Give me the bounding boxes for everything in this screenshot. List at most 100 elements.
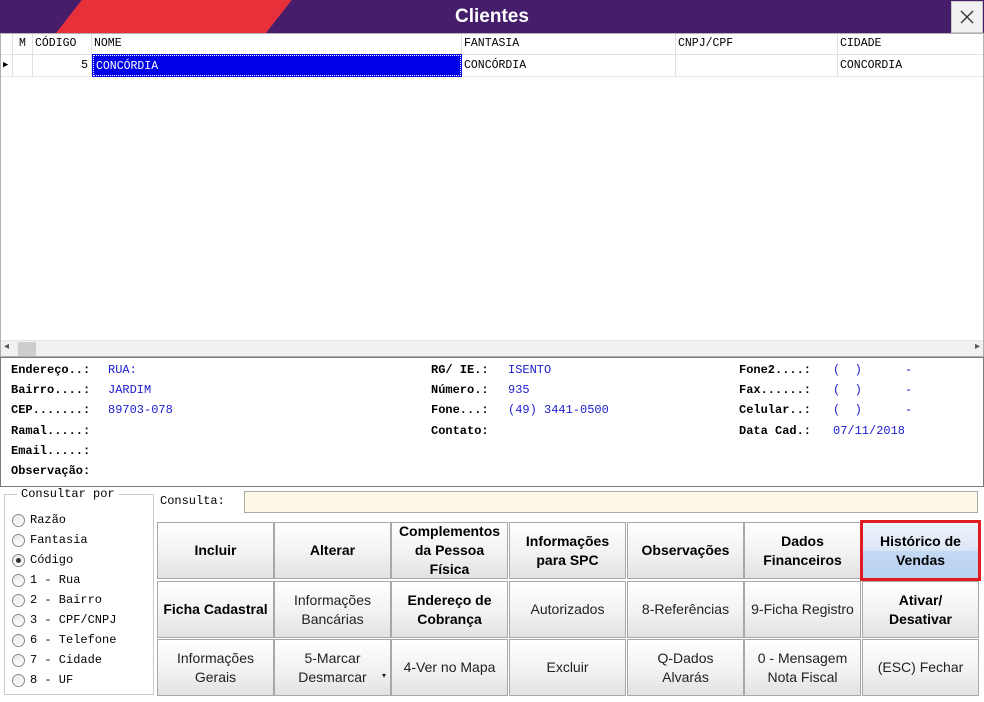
radio-cpf-cnpj[interactable]: 3 - CPF/CNPJ [12,612,116,628]
dados-financeiros-button[interactable]: Dados Financeiros [744,522,861,579]
col-header-m[interactable]: M [13,34,33,54]
radio-label: Fantasia [30,533,88,547]
col-header-fantasia[interactable]: FANTASIA [462,34,676,54]
close-button[interactable] [951,1,983,33]
scroll-right-icon[interactable]: ▸ [975,341,980,352]
col-header-nome[interactable]: NOME [92,34,462,54]
consultar-por-group: Consultar por Razão Fantasia Código 1 - … [4,487,154,695]
window-title: Clientes [455,6,529,27]
cell-nome[interactable]: CONCÓRDIA [92,54,462,77]
radio-fantasia[interactable]: Fantasia [12,532,88,548]
radio-bairro[interactable]: 2 - Bairro [12,592,102,608]
ficha-cadastral-button[interactable]: Ficha Cadastral [157,581,274,638]
radio-label: 8 - UF [30,673,74,687]
ativar-desativar-button[interactable]: Ativar/ Desativar [862,581,979,638]
scroll-left-icon[interactable]: ◂ [4,341,9,352]
alterar-button[interactable]: Alterar [274,522,391,579]
autorizados-label: Autorizados [530,601,605,617]
historico-vendas-button[interactable]: Histórico de Vendas [860,520,981,581]
col-header-codigo[interactable]: CÓDIGO [33,34,92,54]
cell-codigo[interactable]: 5 [33,55,92,76]
informacoes-gerais-label: Informações Gerais [176,649,255,685]
informacoes-gerais-button[interactable]: Informações Gerais [157,639,274,696]
rg-ie-label: RG/ IE.: [431,363,489,377]
radio-icon[interactable] [12,613,25,627]
client-details-panel: Endereço..: RUA: Bairro....: JARDIM CEP.… [0,357,984,487]
fechar-button[interactable]: (ESC) Fechar [862,639,979,696]
ficha-registro-button[interactable]: 9-Ficha Registro [744,581,861,638]
complementos-label: Complementos da Pessoa Física [398,523,501,577]
complementos-pessoa-fisica-button[interactable]: Complementos da Pessoa Física [391,522,508,579]
cell-m[interactable] [13,55,33,76]
fechar-label: (ESC) Fechar [877,659,964,675]
cell-cnpj-cpf[interactable] [676,55,838,76]
historico-vendas-label: Histórico de Vendas [880,532,961,568]
dados-alvaras-label: Q-Dados Alvarás [657,649,714,685]
cep-value: 89703-078 [108,403,173,417]
fone-value: (49) 3441-0500 [508,403,609,417]
cell-fantasia[interactable]: CONCÓRDIA [462,55,676,76]
radio-selected-icon[interactable] [12,553,25,567]
radio-telefone[interactable]: 6 - Telefone [12,632,116,648]
radio-label: Código [30,553,74,567]
endereco-label: Endereço..: [11,363,91,377]
observacoes-button[interactable]: Observações [627,522,744,579]
consulta-label: Consulta: [160,494,225,508]
cell-cidade[interactable]: CONCORDIA [838,55,983,76]
referencias-button[interactable]: 8-Referências [627,581,744,638]
consulta-input[interactable] [244,491,978,513]
data-cad-label: Data Cad.: [739,424,812,438]
ficha-cadastral-label: Ficha Cadastral [163,601,268,617]
radio-icon[interactable] [12,513,25,527]
numero-value: 935 [508,383,530,397]
email-label: Email.....: [11,444,91,458]
radio-icon[interactable] [12,533,25,547]
incluir-button[interactable]: Incluir [157,522,274,579]
horizontal-scrollbar[interactable]: ◂ ▸ [1,340,983,356]
scrollbar-thumb[interactable] [18,342,36,356]
observacao-label: Observação: [11,464,91,478]
fax-value: ( ) - [833,383,913,397]
ficha-registro-label: 9-Ficha Registro [751,601,854,617]
incluir-label: Incluir [194,542,237,558]
grid-header: M CÓDIGO NOME FANTASIA CNPJ/CPF CIDADE [1,34,983,55]
radio-cidade[interactable]: 7 - Cidade [12,652,102,668]
excluir-button[interactable]: Excluir [509,639,626,696]
ativar-desativar-label: Ativar/ Desativar [888,591,953,627]
col-header-cnpj-cpf[interactable]: CNPJ/CPF [676,34,838,54]
mensagem-nota-fiscal-button[interactable]: 0 - Mensagem Nota Fiscal [744,639,861,696]
radio-codigo[interactable]: Código [12,552,73,568]
col-header-cidade[interactable]: CIDADE [838,34,983,54]
bairro-value: JARDIM [108,383,152,397]
observacoes-label: Observações [641,542,730,558]
radio-label: Razão [30,513,67,527]
dados-alvaras-button[interactable]: Q-Dados Alvarás [627,639,744,696]
radio-icon[interactable] [12,593,25,607]
ver-no-mapa-button[interactable]: 4-Ver no Mapa [391,639,508,696]
table-row[interactable]: ▶ 5 CONCÓRDIA CONCÓRDIA CONCORDIA [1,54,983,77]
radio-icon[interactable] [12,673,25,687]
referencias-label: 8-Referências [641,601,730,617]
dropdown-arrow-icon[interactable]: ▾ [382,666,386,685]
radio-label: 1 - Rua [30,573,81,587]
autorizados-button[interactable]: Autorizados [509,581,626,638]
radio-icon[interactable] [12,573,25,587]
radio-label: 2 - Bairro [30,593,103,607]
radio-razao[interactable]: Razão [12,512,66,528]
radio-rua[interactable]: 1 - Rua [12,572,80,588]
radio-icon[interactable] [12,653,25,667]
endereco-cobranca-button[interactable]: Endereço de Cobrança [391,581,508,638]
celular-label: Celular..: [739,403,812,417]
radio-icon[interactable] [12,633,25,647]
alterar-label: Alterar [309,542,356,558]
bairro-label: Bairro....: [11,383,91,397]
informacoes-spc-label: Informações para SPC [525,532,610,568]
clients-grid[interactable]: M CÓDIGO NOME FANTASIA CNPJ/CPF CIDADE ▶… [0,33,984,357]
row-indicator-header [1,34,13,54]
informacoes-spc-button[interactable]: Informações para SPC [509,522,626,579]
marcar-desmarcar-button[interactable]: 5-Marcar Desmarcar ▾ [274,639,391,696]
endereco-value: RUA: [108,363,137,377]
radio-uf[interactable]: 8 - UF [12,672,73,688]
informacoes-bancarias-button[interactable]: Informações Bancárias [274,581,391,638]
fone-label: Fone...: [431,403,489,417]
